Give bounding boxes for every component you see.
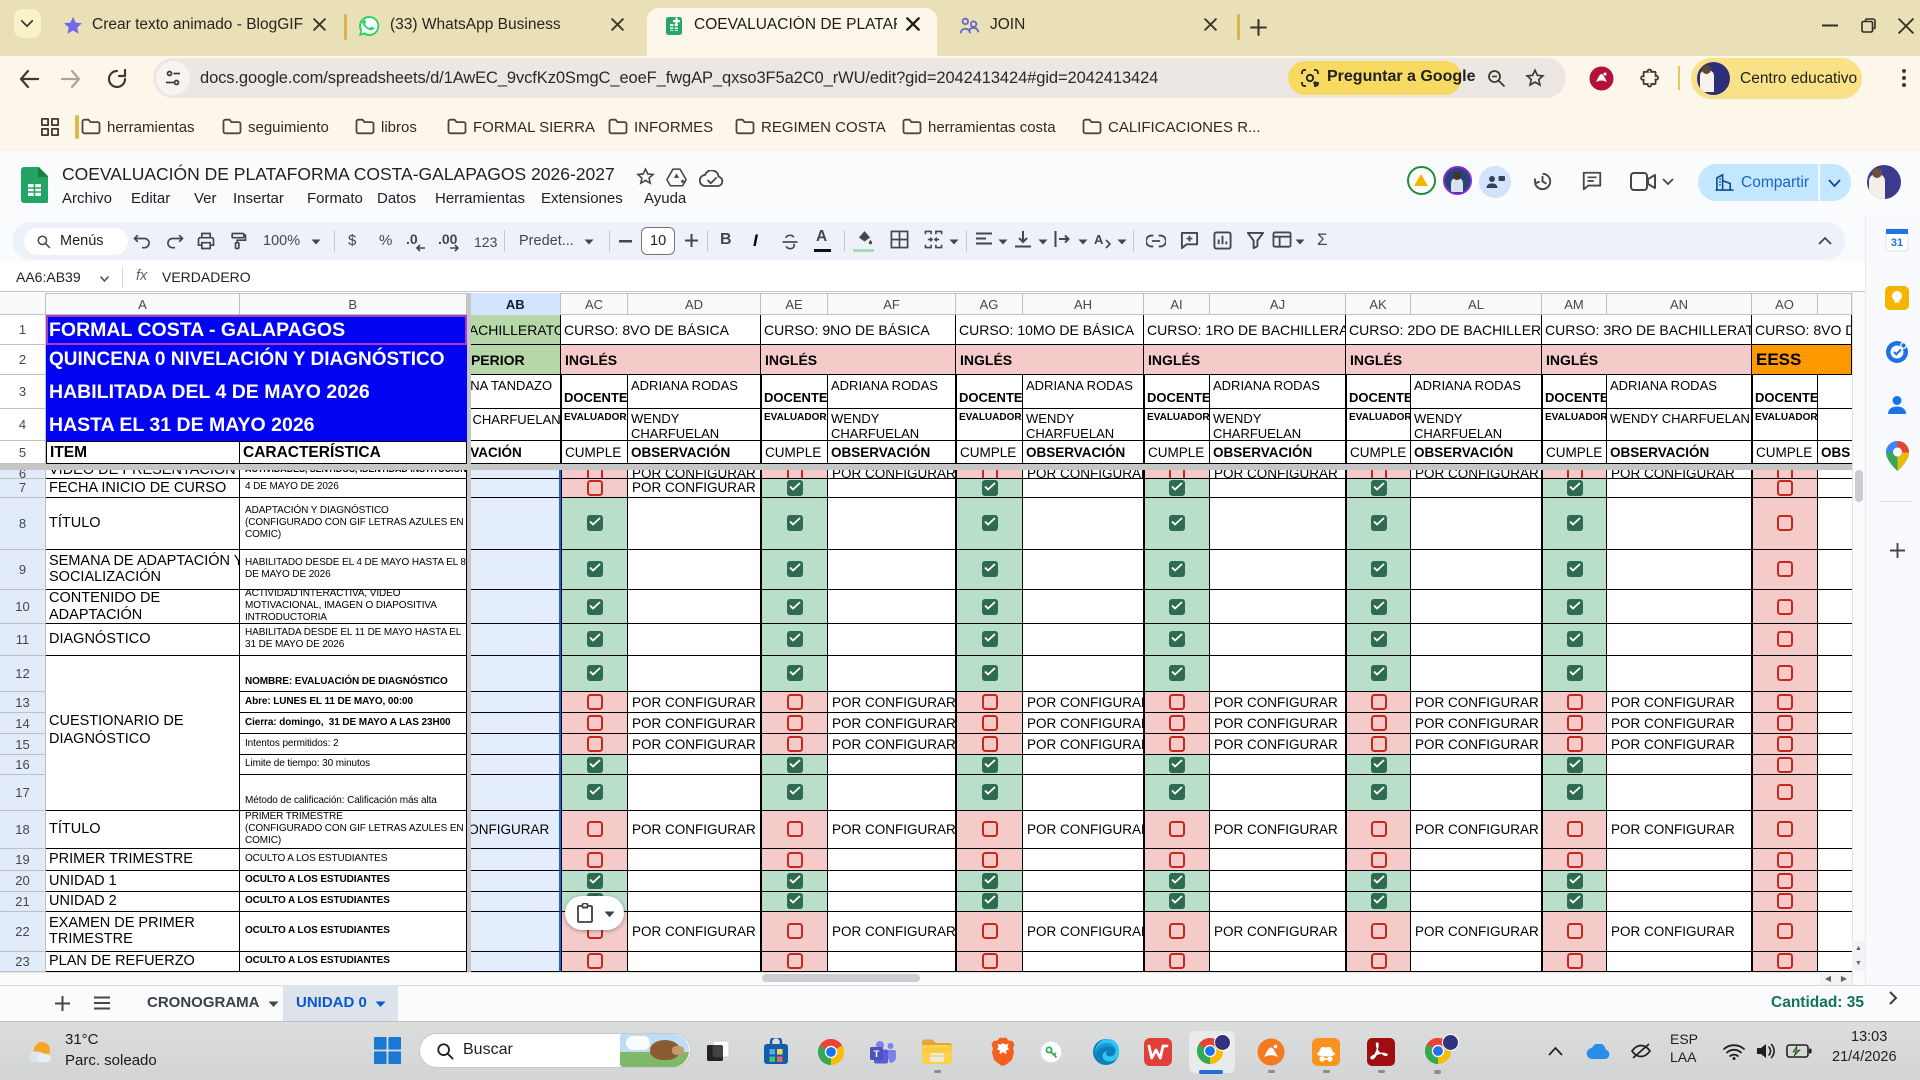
svg-text:A: A bbox=[1094, 232, 1104, 247]
svg-text:T: T bbox=[874, 1049, 880, 1060]
svg-text:31: 31 bbox=[1891, 237, 1903, 249]
